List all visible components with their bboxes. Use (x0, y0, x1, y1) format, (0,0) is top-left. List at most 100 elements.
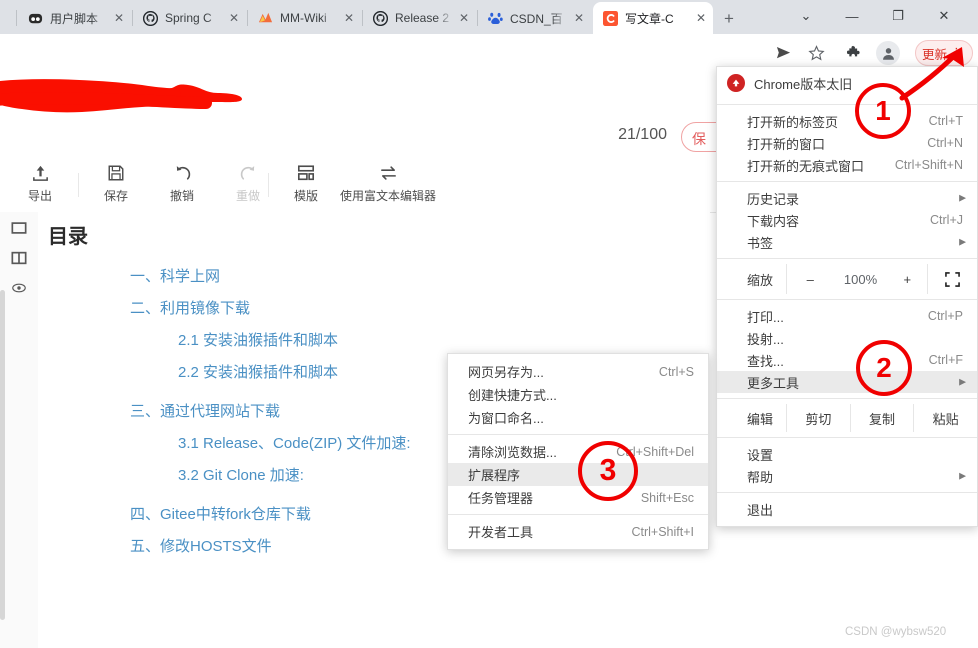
submenu-group-devtools: 开发者工具 Ctrl+Shift+I (448, 520, 708, 543)
zoom-out-button[interactable]: – (785, 264, 834, 294)
toc-link[interactable]: 3.1 Release、Code(ZIP) 文件加速: (178, 432, 411, 453)
toc-link[interactable]: 五、修改HOSTS文件 (130, 535, 272, 556)
menu-item[interactable]: 开发者工具 Ctrl+Shift+I (448, 520, 708, 543)
edit-row: 编辑 剪切 复制 粘贴 (717, 404, 977, 432)
menu-item[interactable]: 投射... (717, 327, 977, 349)
browser-tab-title: 写文章-C (625, 11, 674, 26)
menu-item-label: 打开新的窗口 (747, 136, 826, 152)
toolbar-divider (78, 173, 79, 197)
more-tools-submenu: 网页另存为... Ctrl+S 创建快捷方式... 为窗口命名... 清除浏览数据..… (447, 353, 709, 550)
vertical-scrollbar[interactable] (0, 290, 5, 620)
browser-tab[interactable]: MM-Wiki ✕ (248, 2, 361, 34)
annotation-marker: 2 (856, 340, 912, 396)
menu-item[interactable]: 打开新的无痕式窗口 Ctrl+Shift+N (717, 154, 977, 176)
save-article-label: 保 (692, 131, 706, 147)
chevron-right-icon: ▶ (959, 236, 966, 247)
menu-item[interactable]: 帮助 ▶ (717, 465, 977, 487)
editor-tool-label: 模版 (294, 189, 319, 203)
menu-item[interactable]: 打开新的窗口 Ctrl+N (717, 132, 977, 154)
tab-close-icon[interactable]: ✕ (111, 10, 127, 26)
menu-divider (717, 398, 977, 399)
menu-item[interactable]: 任务管理器 Shift+Esc (448, 486, 708, 509)
menu-group-history: 历史记录 ▶ 下载内容 Ctrl+J 书签 ▶ (717, 187, 977, 253)
editor-tool-save[interactable]: 保存 (104, 164, 128, 203)
maximize-button[interactable]: ❐ (875, 0, 921, 32)
browser-tab-title: Spring C (165, 11, 212, 25)
chevron-down-icon: ⌄ (800, 8, 812, 23)
toc-link[interactable]: 三、通过代理网站下载 (130, 400, 280, 421)
copy-button[interactable]: 复制 (849, 404, 914, 432)
editor-tool-export[interactable]: 导出 (28, 164, 52, 203)
zoom-in-button[interactable]: + (887, 264, 927, 294)
cut-button[interactable]: 剪切 (786, 404, 850, 432)
toc-link[interactable]: 四、Gitee中转fork仓库下载 (130, 503, 311, 524)
share-icon[interactable] (771, 41, 795, 65)
tab-close-icon[interactable]: ✕ (341, 10, 357, 26)
tab-search-button[interactable]: ⌄ (783, 0, 829, 32)
menu-item-label: 更多工具 (747, 375, 800, 391)
minimize-button[interactable]: — (829, 0, 875, 32)
layout-box-icon[interactable] (8, 217, 30, 239)
menu-item-label: 为窗口命名... (468, 411, 544, 426)
editor-tool-label: 撤销 (170, 189, 195, 203)
menu-item[interactable]: 打开新的标签页 Ctrl+T (717, 110, 977, 132)
profile-avatar-icon[interactable] (876, 41, 900, 65)
menu-item-label: 网页另存为... (468, 365, 544, 380)
browser-tab[interactable]: 用户脚本 ✕ (18, 2, 131, 34)
tab-separator (16, 10, 17, 26)
template-icon (297, 164, 315, 186)
split-view-icon[interactable] (8, 247, 30, 269)
menu-item[interactable]: 创建快捷方式... (448, 383, 708, 406)
toc-link[interactable]: 3.2 Git Clone 加速: (178, 464, 304, 485)
chrome-main-menu: Chrome版本太旧 打开新的标签页 Ctrl+T 打开新的窗口 Ctrl+N 打开新的… (716, 66, 978, 527)
toc-link[interactable]: 一、科学上网 (130, 265, 220, 286)
close-icon: ✕ (938, 8, 950, 23)
menu-item[interactable]: 历史记录 ▶ (717, 187, 977, 209)
tab-close-icon[interactable]: ✕ (456, 10, 472, 26)
menu-item[interactable]: 清除浏览数据... Ctrl+Shift+Del (448, 440, 708, 463)
menu-item-label: 下载内容 (747, 213, 800, 229)
menu-item[interactable]: 打印... Ctrl+P (717, 305, 977, 327)
editor-tool-template[interactable]: 模版 (294, 164, 318, 203)
menu-item[interactable]: 查找... Ctrl+F (717, 349, 977, 371)
menu-item[interactable]: 为窗口命名... (448, 406, 708, 429)
paste-button[interactable]: 粘贴 (913, 404, 977, 432)
menu-divider (717, 104, 977, 105)
menu-item-shortcut: Shift+Esc (640, 490, 694, 505)
editor-tool-undo[interactable]: 撤销 (170, 164, 194, 203)
editor-tool-redo: 重做 (236, 164, 260, 203)
menu-item[interactable]: 下载内容 Ctrl+J (717, 209, 977, 231)
extensions-puzzle-icon[interactable] (843, 41, 867, 65)
editor-tool-rich-text-editor[interactable]: 使用富文本编辑器 (340, 164, 436, 203)
fullscreen-button[interactable] (927, 264, 977, 294)
menu-item[interactable]: 更多工具 ▶ (717, 371, 977, 393)
new-tab-button[interactable]: + (717, 7, 741, 31)
preview-eye-icon[interactable] (8, 277, 30, 299)
menu-item[interactable]: 网页另存为... Ctrl+S (448, 360, 708, 383)
browser-tab[interactable]: Spring C ✕ (133, 2, 246, 34)
bookmark-star-icon[interactable] (804, 41, 828, 65)
browser-tab[interactable]: CSDN_百 ✕ (478, 2, 591, 34)
baidu-icon (487, 10, 503, 26)
close-window-button[interactable]: ✕ (921, 0, 967, 32)
menu-item-label: 扩展程序 (468, 468, 521, 483)
menu-item-shortcut: Ctrl+F (928, 353, 963, 367)
menu-item[interactable]: 设置 (717, 443, 977, 465)
browser-tab[interactable]: 写文章-C ✕ (593, 2, 713, 34)
toc-heading: 目录 (48, 226, 88, 248)
maximize-icon: ❐ (892, 8, 904, 23)
toc-link[interactable]: 2.1 安装油猴插件和脚本 (178, 329, 338, 350)
tab-close-icon[interactable]: ✕ (226, 10, 242, 26)
redaction-scribble (0, 78, 284, 116)
menu-item[interactable]: 书签 ▶ (717, 231, 977, 253)
menu-item[interactable]: 退出 (717, 498, 977, 520)
toc-link[interactable]: 二、利用镜像下载 (130, 297, 250, 318)
tab-close-icon[interactable]: ✕ (693, 10, 709, 26)
menu-item-shortcut: Ctrl+T (928, 114, 963, 128)
editor-tool-label: 重做 (236, 189, 261, 203)
menu-item-label: 帮助 (747, 469, 774, 485)
browser-tab[interactable]: Release 2 ✕ (363, 2, 476, 34)
tab-close-icon[interactable]: ✕ (571, 10, 587, 26)
chevron-right-icon: ▶ (959, 376, 966, 387)
toc-link[interactable]: 2.2 安装油猴插件和脚本 (178, 361, 338, 382)
